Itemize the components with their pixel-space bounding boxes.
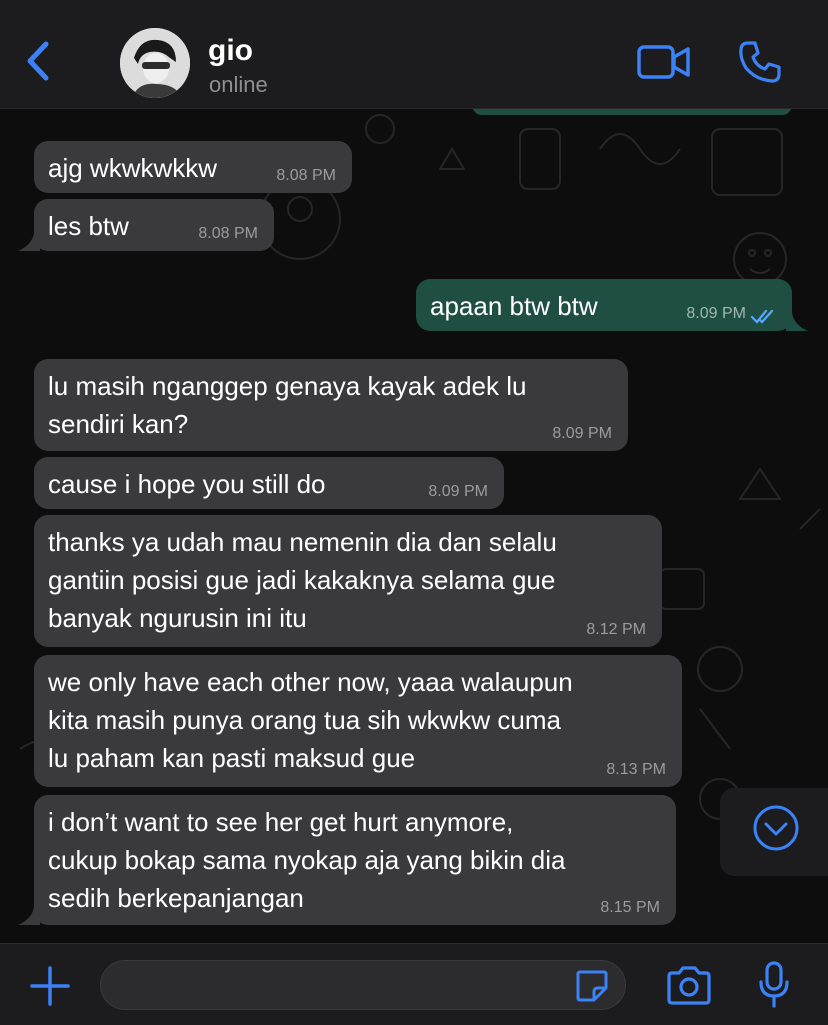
chevron-left-icon [27,41,49,81]
microphone-button[interactable] [756,960,792,1010]
message-bubble-outgoing[interactable]: apaan btw btw 8.09 PM [416,279,792,331]
message-time: 8.09 PM [428,483,488,500]
compose-bar [0,943,828,1025]
message-time: 8.08 PM [198,225,258,242]
message-text: apaan btw btw [430,291,598,321]
chat-header: gio online [0,0,828,109]
voice-call-button[interactable] [736,38,784,86]
message-bubble-incoming[interactable]: ajg wkwkwkkw 8.08 PM [34,141,352,193]
message-time: 8.15 PM [600,899,660,916]
previous-outgoing-bubble [472,109,792,115]
plus-icon [30,966,70,1006]
back-button[interactable] [20,36,60,86]
bubble-tail [786,313,808,331]
message-bubble-incoming[interactable]: lu masih nganggep genaya kayak adek lu s… [34,359,628,451]
bubble-tail [18,907,40,925]
phone-icon [739,41,781,83]
message-text: les btw [48,211,129,241]
message-text: we only have each other now, yaaa walaup… [48,667,573,773]
contact-name[interactable]: gio [208,34,253,68]
message-list[interactable]: ajg wkwkwkkw 8.08 PM les btw 8.08 PM apa… [0,109,828,943]
scroll-to-bottom-button[interactable] [720,788,828,876]
chevron-down-circle-icon [753,805,799,851]
camera-icon [667,966,711,1005]
message-bubble-incoming[interactable]: i don’t want to see her get hurt anymore… [34,795,676,925]
sticker-icon [576,970,608,1002]
read-receipt-icon [750,309,774,324]
attach-button[interactable] [28,964,72,1008]
video-call-button[interactable] [636,42,692,82]
message-text: ajg wkwkwkkw [48,153,218,183]
sticker-button[interactable] [574,968,610,1004]
message-text: cause i hope you still do [48,469,326,499]
message-time: 8.09 PM [552,425,612,442]
microphone-icon [759,961,789,1008]
message-text: thanks ya udah mau nemenin dia dan selal… [48,527,557,633]
message-bubble-incoming[interactable]: we only have each other now, yaaa walaup… [34,655,682,787]
message-text: lu masih nganggep genaya kayak adek lu s… [48,371,527,439]
bubble-tail [18,233,40,251]
message-time: 8.09 PM [686,305,746,322]
contact-avatar[interactable] [120,28,190,98]
message-text: i don’t want to see her get hurt anymore… [48,807,566,913]
video-camera-icon [637,45,690,79]
message-time: 8.08 PM [276,167,336,184]
avatar-photo [120,28,190,98]
message-time: 8.13 PM [606,761,666,778]
message-input[interactable] [100,960,626,1010]
message-bubble-incoming[interactable]: les btw 8.08 PM [34,199,274,251]
message-time: 8.12 PM [586,621,646,638]
camera-button[interactable] [664,964,714,1008]
message-bubble-incoming[interactable]: cause i hope you still do 8.09 PM [34,457,504,509]
message-bubble-incoming[interactable]: thanks ya udah mau nemenin dia dan selal… [34,515,662,647]
contact-status: online [209,72,268,97]
